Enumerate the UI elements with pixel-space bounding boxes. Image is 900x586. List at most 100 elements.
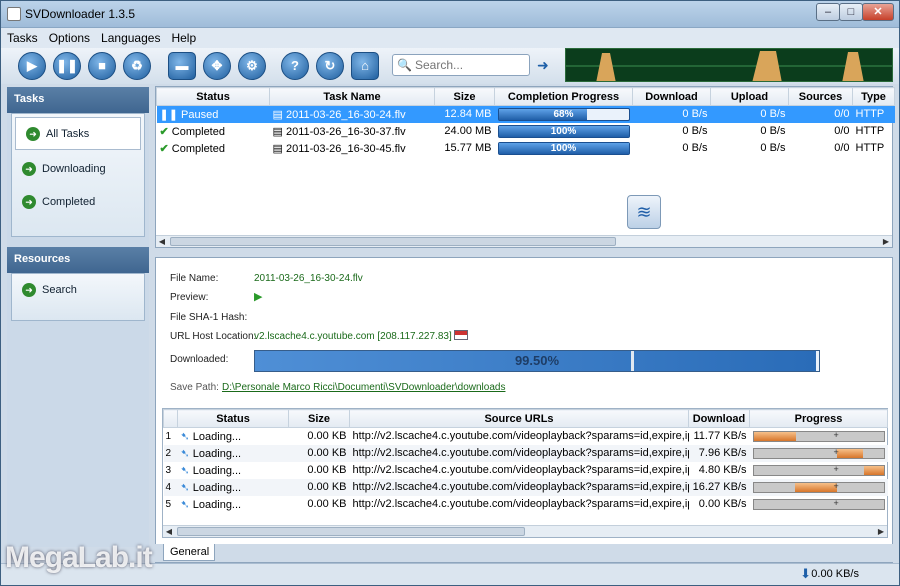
col-src-size[interactable]: Size xyxy=(288,409,350,428)
search-icon: 🔍 xyxy=(397,58,412,72)
sidebar-item-label: Completed xyxy=(42,196,96,208)
col-type[interactable]: Type xyxy=(852,87,895,106)
recycle-icon: ♻ xyxy=(131,58,143,73)
sidebar-item-completed[interactable]: ➜ Completed xyxy=(12,186,144,219)
col-size[interactable]: Size xyxy=(434,87,495,106)
hash-label: File SHA-1 Hash: xyxy=(170,312,248,323)
source-download: 7.96 KB/s xyxy=(698,447,747,459)
app-logo-icon: ≋ xyxy=(627,195,661,229)
source-progress-fill xyxy=(795,482,837,492)
save-path-link[interactable]: D:\Personale Marco Ricci\Documenti\SVDow… xyxy=(222,382,505,393)
close-button[interactable]: ✕ xyxy=(862,3,894,21)
sidebar-item-downloading[interactable]: ➜ Downloading xyxy=(12,153,144,186)
task-status: Paused xyxy=(181,108,219,121)
save-path-label: Save Path: xyxy=(170,382,219,393)
source-status: Loading... xyxy=(192,464,242,477)
source-status: Loading... xyxy=(192,447,242,460)
source-index: 4 xyxy=(165,481,172,493)
menu-help[interactable]: Help xyxy=(165,28,201,45)
col-download[interactable]: Download xyxy=(632,87,711,106)
source-size: 0.00 KB xyxy=(307,498,347,510)
sources-hscroll[interactable]: ◀ ▶ xyxy=(163,525,887,537)
folder-button[interactable]: ▬ xyxy=(168,52,196,80)
loading-icon: ➷ xyxy=(180,430,193,443)
plus-icon: + xyxy=(833,429,839,440)
search-input[interactable] xyxy=(415,58,525,72)
sidebar-item-label: Search xyxy=(42,284,77,296)
plus-icon: + xyxy=(833,497,839,508)
sidebar-item-all-tasks[interactable]: ➜ All Tasks xyxy=(15,117,141,150)
col-src-download[interactable]: Download xyxy=(688,409,750,428)
col-index xyxy=(163,409,178,428)
scroll-left-icon[interactable]: ◀ xyxy=(163,526,175,537)
task-name: 2011-03-26_16-30-24.flv xyxy=(285,108,406,121)
source-row[interactable]: 5 ➷ Loading... 0.00 KB http://v2.lscache4.c… xyxy=(164,496,888,513)
source-progress: + xyxy=(752,447,885,459)
file-icon: ▤ xyxy=(272,108,286,121)
scroll-thumb[interactable] xyxy=(177,527,525,536)
col-task-name[interactable]: Task Name xyxy=(269,87,435,106)
loading-icon: ➷ xyxy=(180,464,193,477)
stop-button[interactable]: ■ xyxy=(88,52,116,80)
source-row[interactable]: 3 ➷ Loading... 0.00 KB http://v2.lscache4.c… xyxy=(164,462,888,479)
menu-options[interactable]: Options xyxy=(43,28,95,45)
source-progress: + xyxy=(752,463,885,476)
sidebar-item-label: All Tasks xyxy=(46,128,90,140)
scroll-left-icon[interactable]: ◀ xyxy=(156,236,168,247)
search-go-icon[interactable]: ➜ xyxy=(537,57,549,74)
folder-icon: ▬ xyxy=(175,58,189,73)
col-src-status[interactable]: Status xyxy=(177,409,289,428)
url-label: URL Host Location: xyxy=(170,331,257,342)
task-row[interactable]: ✔ Completed ▤ 2011-03-26_16-30-37.flv 24… xyxy=(157,123,895,140)
sidebar-item-search[interactable]: ➜ Search xyxy=(12,274,144,307)
file-icon: ▤ xyxy=(272,142,286,155)
settings-button[interactable]: ⚙ xyxy=(238,52,266,80)
scroll-right-icon[interactable]: ▶ xyxy=(880,236,892,247)
task-upload: 0 B/s xyxy=(760,125,786,137)
search-box[interactable]: 🔍 xyxy=(392,54,530,76)
help-button[interactable]: ? xyxy=(281,52,309,80)
plus-icon: + xyxy=(833,480,839,491)
tab-general[interactable]: General xyxy=(163,544,215,561)
source-row[interactable]: 2 ➷ Loading... 0.00 KB http://v2.lscache4.c… xyxy=(163,444,888,462)
status-speed: 0.00 KB/s xyxy=(811,568,859,580)
plus-icon: + xyxy=(833,463,839,474)
start-button[interactable]: ▶ xyxy=(18,52,46,80)
source-index: 5 xyxy=(165,498,172,510)
source-url: http://v2.lscache4.c.youtube.com/videopl… xyxy=(352,498,689,510)
minimize-button[interactable]: – xyxy=(816,3,840,21)
source-row[interactable]: 4 ➷ Loading... 0.00 KB http://v2.lscache4.c… xyxy=(163,478,888,496)
file-name-label: File Name: xyxy=(170,273,219,284)
maximize-button[interactable]: □ xyxy=(839,3,863,21)
task-progress: 100% xyxy=(497,141,630,155)
task-type: HTTP xyxy=(855,142,885,154)
downloaded-progress: 99.50% xyxy=(254,350,820,372)
task-type: HTTP xyxy=(855,125,885,137)
source-size: 0.00 KB xyxy=(307,464,347,476)
col-src-progress[interactable]: Progress xyxy=(749,409,888,428)
refresh-button[interactable]: ↻ xyxy=(316,52,344,80)
arrow-icon: ➜ xyxy=(22,162,36,176)
col-status[interactable]: Status xyxy=(156,87,270,106)
col-sources[interactable]: Sources xyxy=(788,87,853,106)
recycle-button[interactable]: ♻ xyxy=(123,52,151,80)
tasks-table-panel: Status Task Name Size Completion Progres… xyxy=(155,86,895,248)
refresh-icon: ↻ xyxy=(324,58,336,73)
task-row[interactable]: ✔ Completed ▤ 2011-03-26_16-30-45.flv 15… xyxy=(157,140,895,157)
source-progress: + xyxy=(752,429,885,442)
task-row[interactable]: ❚❚ Paused ▤ 2011-03-26_16-30-24.flv 12.8… xyxy=(156,105,895,123)
source-progress: + xyxy=(752,497,885,510)
source-row[interactable]: 1 ➷ Loading... 0.00 KB http://v2.lscache4.c… xyxy=(164,428,888,445)
tasks-hscroll[interactable]: ◀ ▶ xyxy=(156,235,892,247)
fullscreen-button[interactable]: ✥ xyxy=(203,52,231,80)
scroll-thumb[interactable] xyxy=(170,237,616,246)
home-button[interactable]: ⌂ xyxy=(351,52,379,80)
col-src-urls[interactable]: Source URLs xyxy=(349,409,689,428)
preview-play-icon[interactable]: ▶ xyxy=(254,290,262,303)
pause-button[interactable]: ❚❚ xyxy=(53,52,81,80)
col-completion[interactable]: Completion Progress xyxy=(494,87,633,106)
menu-tasks[interactable]: Tasks xyxy=(1,28,43,45)
scroll-right-icon[interactable]: ▶ xyxy=(875,526,887,537)
col-upload[interactable]: Upload xyxy=(710,87,789,106)
menu-languages[interactable]: Languages xyxy=(95,28,165,45)
